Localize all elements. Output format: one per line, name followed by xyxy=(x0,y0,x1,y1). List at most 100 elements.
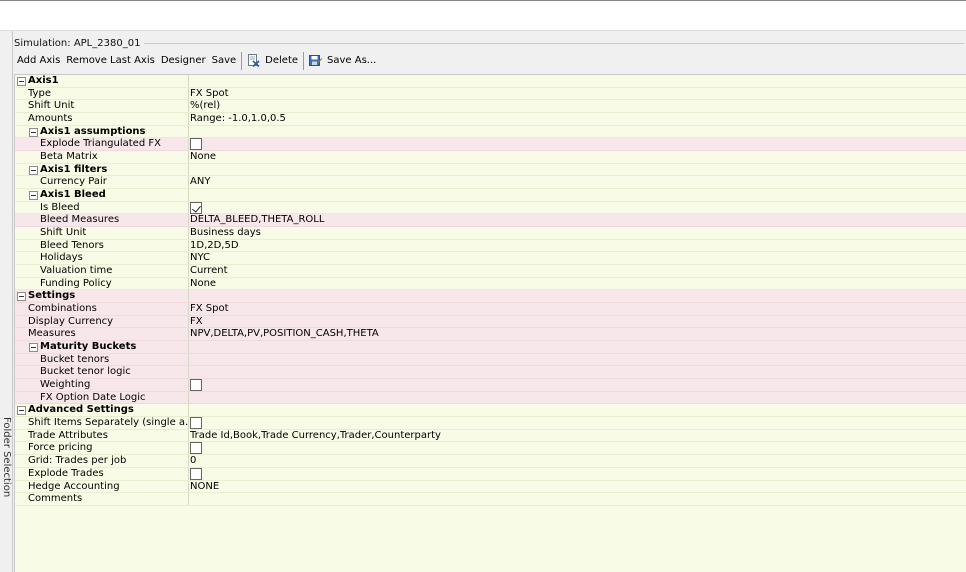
grid-property-row[interactable]: Currency Pair ANY xyxy=(15,176,966,190)
grid-property-row[interactable]: Bleed Tenors 1D,2D,5D xyxy=(15,239,966,253)
grid-property-row[interactable]: Is Bleed xyxy=(15,201,966,215)
grid-property-row[interactable]: Shift Unit Business days xyxy=(15,227,966,240)
property-value-cell[interactable] xyxy=(190,379,202,392)
grid-property-row[interactable]: Bleed Measures DELTA_BLEED,THETA_ROLL xyxy=(15,214,966,228)
collapse-toggle-icon[interactable] xyxy=(29,165,38,175)
property-value: Range: -1.0,1.0,0.5 xyxy=(190,113,286,125)
property-value-cell[interactable]: FX Spot xyxy=(190,303,229,315)
property-value: NONE xyxy=(190,480,220,492)
property-label: Explode Trades xyxy=(28,467,104,479)
property-value: NPV,DELTA,PV,POSITION_CASH,THETA xyxy=(190,328,379,340)
remove-last-axis-button[interactable]: Remove Last Axis xyxy=(63,52,158,70)
grid-property-row[interactable]: Trade Attributes Trade Id,Book,Trade Curr… xyxy=(15,429,966,443)
grid-property-row[interactable]: Grid: Trades per job 0 xyxy=(15,455,966,468)
folder-selection-panel[interactable]: Folder Selection xyxy=(0,31,13,572)
grid-group-row[interactable]: Maturity Buckets xyxy=(15,341,966,354)
property-value-cell[interactable] xyxy=(190,467,202,480)
grid-property-row[interactable]: Type FX Spot xyxy=(15,87,966,101)
collapse-toggle-icon[interactable] xyxy=(29,191,38,201)
delete-button[interactable]: Delete xyxy=(244,52,301,70)
grid-property-row[interactable]: Comments xyxy=(15,493,966,506)
grid-property-row[interactable]: Funding Policy None xyxy=(15,277,966,291)
property-label: Combinations xyxy=(28,303,97,315)
property-value-cell[interactable]: None xyxy=(190,278,216,290)
designer-button[interactable]: Designer xyxy=(158,52,209,70)
property-name-cell: Holidays xyxy=(15,252,189,265)
property-name-cell: Bleed Tenors xyxy=(15,239,189,252)
property-name-cell: Comments xyxy=(15,493,189,505)
property-value-cell[interactable]: 1D,2D,5D xyxy=(190,240,239,252)
grid-group-row[interactable]: Axis1 assumptions xyxy=(15,125,966,139)
property-value-cell[interactable]: NYC xyxy=(190,252,210,264)
collapse-toggle-icon[interactable] xyxy=(29,127,38,137)
grid-group-row[interactable]: Settings xyxy=(15,290,966,304)
property-label: Amounts xyxy=(28,113,73,125)
property-checkbox[interactable] xyxy=(190,138,202,151)
property-value-cell[interactable]: Business days xyxy=(190,227,261,239)
top-strip xyxy=(0,0,966,31)
property-value-cell[interactable]: %(rel) xyxy=(190,100,220,112)
grid-property-row[interactable]: Explode Trades xyxy=(15,467,966,481)
property-name-cell: Axis1 Bleed xyxy=(15,189,189,201)
grid-property-row[interactable]: Valuation time Current xyxy=(15,265,966,278)
property-name-cell: Display Currency xyxy=(15,315,189,328)
property-value-cell[interactable]: ANY xyxy=(190,176,210,188)
property-value-cell[interactable]: FX xyxy=(190,316,203,328)
grid-property-row[interactable]: Beta Matrix None xyxy=(15,151,966,164)
save-button[interactable]: Save xyxy=(209,52,240,70)
save-as-button[interactable]: Save As... xyxy=(306,52,379,70)
grid-property-row[interactable]: Shift Unit %(rel) xyxy=(15,100,966,114)
property-value-cell[interactable]: None xyxy=(190,151,216,163)
grid-property-row[interactable]: Measures NPV,DELTA,PV,POSITION_CASH,THETA xyxy=(15,328,966,342)
property-checkbox[interactable] xyxy=(190,417,202,430)
grid-property-row[interactable]: FX Option Date Logic xyxy=(15,391,966,405)
grid-property-row[interactable]: Bucket tenor logic xyxy=(15,366,966,380)
grid-property-row[interactable]: Display Currency FX xyxy=(15,315,966,329)
collapse-toggle-icon[interactable] xyxy=(17,77,26,86)
grid-property-row[interactable]: Explode Triangulated FX xyxy=(15,138,966,152)
property-value-cell[interactable]: Range: -1.0,1.0,0.5 xyxy=(190,113,286,125)
add-axis-button[interactable]: Add Axis xyxy=(14,52,63,70)
property-value-cell[interactable] xyxy=(190,201,202,214)
grid-group-row[interactable]: Axis1 filters xyxy=(15,163,966,177)
grid-property-row[interactable]: Bucket tenors xyxy=(15,353,966,367)
collapse-toggle-icon[interactable] xyxy=(17,406,26,416)
property-value-cell[interactable] xyxy=(190,417,202,430)
property-checkbox[interactable] xyxy=(190,201,202,214)
grid-group-row[interactable]: Axis1 xyxy=(15,75,966,88)
grid-property-row[interactable]: Holidays NYC xyxy=(15,252,966,266)
property-label: Trade Attributes xyxy=(28,429,108,441)
property-value-cell[interactable] xyxy=(190,138,202,151)
grid-property-row[interactable]: Hedge Accounting NONE xyxy=(15,480,966,494)
property-value-cell[interactable]: Current xyxy=(190,265,228,277)
property-value-cell[interactable] xyxy=(190,442,202,455)
property-value: ANY xyxy=(190,176,211,188)
property-value: FX Spot xyxy=(190,87,229,99)
grid-property-row[interactable]: Amounts Range: -1.0,1.0,0.5 xyxy=(15,113,966,126)
property-name-cell: Grid: Trades per job xyxy=(15,455,189,467)
property-label: Currency Pair xyxy=(40,176,107,188)
grid-property-row[interactable]: Shift Items Separately (single a... xyxy=(15,417,966,430)
simulation-header: Simulation: APL_2380_01 xyxy=(14,36,964,50)
grid-group-row[interactable]: Advanced Settings xyxy=(15,404,966,418)
collapse-toggle-icon[interactable] xyxy=(29,343,38,353)
property-name-cell: Amounts xyxy=(15,113,189,125)
property-value-cell[interactable]: 0 xyxy=(190,455,196,467)
property-checkbox[interactable] xyxy=(190,467,202,480)
property-checkbox[interactable] xyxy=(190,379,202,392)
property-value-cell[interactable]: DELTA_BLEED,THETA_ROLL xyxy=(190,214,324,226)
grid-property-row[interactable]: Weighting xyxy=(15,379,966,392)
grid-group-row[interactable]: Axis1 Bleed xyxy=(15,189,966,202)
folder-selection-label[interactable]: Folder Selection xyxy=(1,408,12,506)
property-checkbox[interactable] xyxy=(190,442,202,455)
grid-property-row[interactable]: Combinations FX Spot xyxy=(15,303,966,316)
collapse-toggle-icon[interactable] xyxy=(17,292,26,302)
property-value-cell[interactable]: FX Spot xyxy=(190,88,229,100)
toolbar: Add Axis Remove Last Axis Designer Save … xyxy=(14,51,379,70)
grid-property-row[interactable]: Force pricing xyxy=(15,442,966,456)
delete-icon xyxy=(247,54,260,68)
property-name-cell: Combinations xyxy=(15,303,189,315)
property-value-cell[interactable]: Trade Id,Book,Trade Currency,Trader,Coun… xyxy=(190,430,441,442)
property-value-cell[interactable]: NPV,DELTA,PV,POSITION_CASH,THETA xyxy=(190,328,379,340)
property-value-cell[interactable]: NONE xyxy=(190,481,219,493)
